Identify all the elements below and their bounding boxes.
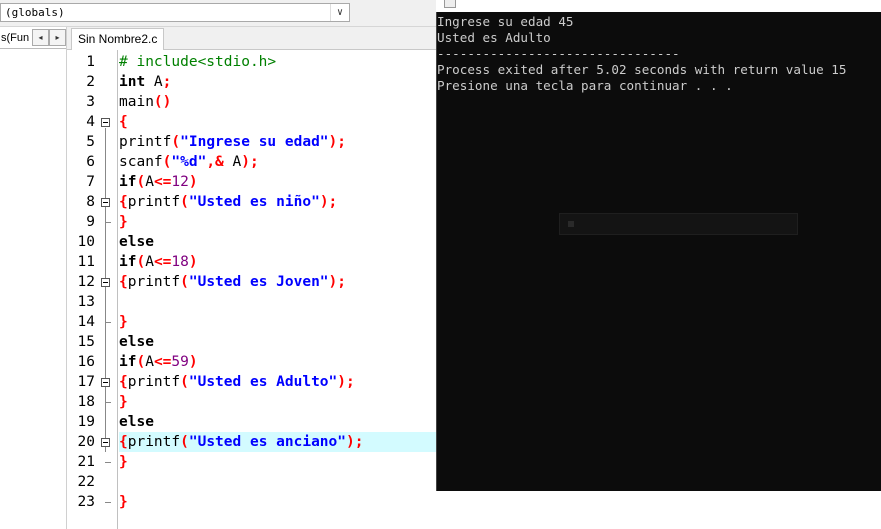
file-tab-strip: Sin Nombre2.c bbox=[67, 27, 436, 50]
code-line-14: } bbox=[119, 314, 128, 330]
line-number: 6 bbox=[86, 154, 95, 170]
fold-end-marker bbox=[105, 462, 111, 463]
fold-end-marker bbox=[105, 222, 111, 223]
console-line: Usted es Adulto bbox=[437, 30, 551, 45]
code-line-1: # include<stdio.h> bbox=[119, 54, 277, 70]
fold-end-marker bbox=[105, 322, 111, 323]
code-line-8: {printf("Usted es niño"); bbox=[119, 194, 338, 210]
tab-scroll-left-icon[interactable]: ◂ bbox=[32, 29, 49, 46]
line-number: 14 bbox=[77, 314, 95, 330]
code-line-7: if(A<=12) bbox=[119, 174, 198, 190]
fold-toggle-icon[interactable] bbox=[101, 198, 110, 207]
line-number: 20 bbox=[77, 434, 95, 450]
line-number: 23 bbox=[77, 494, 95, 510]
tab-sin-nombre2[interactable]: Sin Nombre2.c bbox=[71, 28, 165, 50]
code-line-16: if(A<=59) bbox=[119, 354, 198, 370]
console-titlebar[interactable] bbox=[436, 0, 881, 12]
line-number: 13 bbox=[77, 294, 95, 310]
scope-dropdown[interactable]: (globals) ∨ bbox=[0, 3, 350, 22]
console-line: Ingrese su edad 45 bbox=[437, 14, 574, 29]
line-number: 5 bbox=[86, 134, 95, 150]
console-line: Process exited after 5.02 seconds with r… bbox=[437, 62, 847, 77]
panel-tab-label[interactable]: s(Fun bbox=[0, 29, 29, 47]
console-window[interactable]: Ingrese su edad 45 Usted es Adulto -------… bbox=[436, 12, 881, 491]
line-number: 12 bbox=[77, 274, 95, 290]
fold-guide bbox=[105, 128, 106, 452]
line-number: 1 bbox=[86, 54, 95, 70]
faded-overlay-tooltip bbox=[559, 213, 798, 235]
code-line-17: {printf("Usted es Adulto"); bbox=[119, 374, 355, 390]
code-line-10: else bbox=[119, 234, 154, 250]
code-line-9: } bbox=[119, 214, 128, 230]
line-number: 22 bbox=[77, 474, 95, 490]
line-number: 9 bbox=[86, 214, 95, 230]
line-number: 18 bbox=[77, 394, 95, 410]
code-line-2: int A; bbox=[119, 74, 172, 90]
console-line: Presione una tecla para continuar . . . bbox=[437, 78, 733, 93]
line-number: 2 bbox=[86, 74, 95, 90]
line-number: 16 bbox=[77, 354, 95, 370]
fold-end-marker bbox=[105, 502, 111, 503]
code-editor[interactable]: 1 2 3 4 5 6 7 8 9 10 11 12 13 14 15 16 17 18 19 20 21 22 23 # … bbox=[67, 50, 436, 529]
code-line-21: } bbox=[119, 454, 128, 470]
scope-dropdown-value: (globals) bbox=[5, 6, 65, 19]
fold-toggle-icon[interactable] bbox=[101, 118, 110, 127]
line-number: 10 bbox=[77, 234, 95, 250]
fold-end-marker bbox=[105, 402, 111, 403]
code-line-3: main() bbox=[119, 94, 172, 110]
console-app-icon bbox=[444, 0, 456, 8]
line-number: 4 bbox=[86, 114, 95, 130]
code-line-15: else bbox=[119, 334, 154, 350]
chevron-down-icon[interactable]: ∨ bbox=[330, 4, 349, 21]
line-number: 21 bbox=[77, 454, 95, 470]
code-line-4: { bbox=[119, 114, 128, 130]
code-line-23: } bbox=[119, 494, 128, 510]
fold-toggle-icon[interactable] bbox=[101, 278, 110, 287]
code-line-11: if(A<=18) bbox=[119, 254, 198, 270]
code-line-19: else bbox=[119, 414, 154, 430]
line-number: 11 bbox=[77, 254, 95, 270]
line-number: 3 bbox=[86, 94, 95, 110]
code-line-6: scanf("%d",& A); bbox=[119, 154, 259, 170]
console-line: -------------------------------- bbox=[437, 46, 680, 61]
code-line-20: {printf("Usted es anciano"); bbox=[119, 434, 364, 450]
class-browser-panel: s(Fun ◂ ▸ bbox=[0, 27, 67, 529]
line-number: 8 bbox=[86, 194, 95, 210]
tab-scroll-right-icon[interactable]: ▸ bbox=[49, 29, 66, 46]
fold-toggle-icon[interactable] bbox=[101, 378, 110, 387]
code-line-5: printf("Ingrese su edad"); bbox=[119, 134, 346, 150]
tooltip-icon bbox=[568, 221, 574, 227]
line-number: 7 bbox=[86, 174, 95, 190]
line-number: 15 bbox=[77, 334, 95, 350]
line-number: 19 bbox=[77, 414, 95, 430]
code-line-12: {printf("Usted es Joven"); bbox=[119, 274, 347, 290]
panel-divider bbox=[0, 48, 66, 49]
code-line-18: } bbox=[119, 394, 128, 410]
fold-toggle-icon[interactable] bbox=[101, 438, 110, 447]
line-number: 17 bbox=[77, 374, 95, 390]
